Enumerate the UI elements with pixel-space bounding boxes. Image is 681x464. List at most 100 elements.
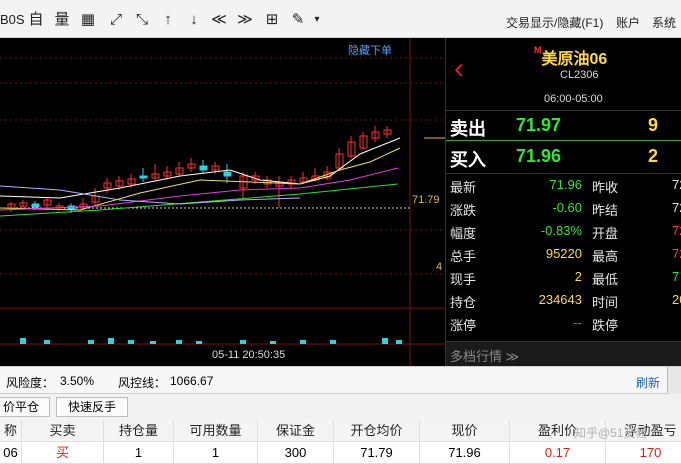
account-menu[interactable]: 账户 <box>616 14 640 31</box>
dropdown-icon[interactable]: ▾ <box>310 10 324 30</box>
table-header[interactable]: 持仓量 <box>104 420 174 442</box>
stat-label: 涨跌 <box>450 203 477 218</box>
refresh-button[interactable]: 刷新 <box>636 374 660 391</box>
ma-line-yellow <box>0 147 401 211</box>
trading-session: 06:00-05:00 <box>544 93 603 105</box>
kline-chart[interactable]: 隐藏下单 71.79 4 05-11 20:50:35 <box>0 38 445 366</box>
stat-value: 234643 <box>538 292 582 307</box>
shrink-icon[interactable]: ⤡ <box>132 10 152 30</box>
control-line-value: 1066.67 <box>170 374 214 388</box>
stat-label: 昨收 <box>592 180 619 195</box>
table-cell[interactable]: 买 <box>22 442 104 464</box>
stat-label: 开盘 <box>592 226 619 241</box>
double-left-icon[interactable]: ≪ <box>208 10 230 30</box>
ma-line-magenta <box>0 167 399 211</box>
table-header[interactable]: 称 <box>0 420 22 442</box>
stat-label: 现手 <box>450 272 477 287</box>
close-position-button[interactable]: 价平仓 <box>0 397 50 417</box>
stat-value: -0.60 <box>552 200 582 215</box>
volume-bar <box>196 341 202 344</box>
table-header[interactable]: 买卖 <box>22 420 104 442</box>
table-header[interactable]: 现价 <box>420 420 510 442</box>
volume-bar <box>108 338 114 344</box>
candle-body <box>223 171 232 177</box>
quote-row: 幅度 -0.83% 开盘 72 <box>446 223 681 246</box>
quote-row: 最新 71.96 昨收 72 <box>446 177 681 200</box>
ask-price[interactable]: 71.97 <box>516 115 561 136</box>
stat-value: 95220 <box>545 246 582 261</box>
auto-button[interactable]: 自 <box>26 10 46 30</box>
ma-line-blue <box>0 185 301 205</box>
stat-label: 幅度 <box>450 226 477 241</box>
kline-chart-canvas <box>0 38 445 366</box>
stat-value: -0.83% <box>540 223 582 238</box>
stat-value: 72 <box>672 246 681 261</box>
bid-qty: 2 <box>648 146 659 166</box>
trade-display-toggle[interactable]: 交易显示/隐藏(F1) <box>506 14 603 31</box>
candle-body <box>199 165 208 171</box>
ref-price-label: 71.79 <box>412 194 440 206</box>
stat-value: 71.96 <box>549 177 582 192</box>
double-right-icon[interactable]: ≫ <box>234 10 256 30</box>
arrow-down-icon[interactable]: ↓ <box>184 10 204 30</box>
stat-value: 72 <box>672 177 681 192</box>
depth-label: 多档行情 ≫ <box>450 349 520 364</box>
expand-icon[interactable]: ⤢ <box>106 10 126 30</box>
stat-value: 72 <box>672 200 681 215</box>
table-header[interactable]: 可用数量 <box>174 420 258 442</box>
table-cell[interactable]: 0.17 <box>510 442 606 464</box>
volume-bar <box>128 340 134 344</box>
stat-label: 昨结 <box>592 203 619 218</box>
table-cell[interactable]: 71.96 <box>420 442 510 464</box>
instrument-name: M美原油06 <box>534 45 607 69</box>
table-header[interactable]: 开仓均价 <box>334 420 420 442</box>
ask-label: 卖出 <box>450 119 486 139</box>
control-line-label: 风控线： <box>118 376 167 390</box>
divider <box>446 110 681 111</box>
table-cell[interactable]: 1 <box>104 442 174 464</box>
stat-label: 涨停 <box>450 318 477 333</box>
toolbar-left-fragment: B0S <box>0 12 25 27</box>
candle-body <box>31 203 40 208</box>
table-cell[interactable]: 170 <box>606 442 681 464</box>
arrow-up-icon[interactable]: ↑ <box>158 10 178 30</box>
grid-icon[interactable]: ⊞ <box>262 10 282 30</box>
system-menu[interactable]: 系统 <box>652 14 676 31</box>
risk-label: 风险度： <box>6 376 55 390</box>
stat-value: 72 <box>672 223 681 238</box>
instrument-name-text: 美原油06 <box>541 51 608 68</box>
table-cell[interactable]: 71.79 <box>334 442 420 464</box>
volume-bar <box>300 340 306 344</box>
volume-bar <box>382 338 388 344</box>
volume-bar <box>270 341 276 344</box>
table-header[interactable]: 保证金 <box>258 420 334 442</box>
divider <box>446 140 681 141</box>
volume-button[interactable]: 量 <box>52 10 72 30</box>
indicator-button[interactable]: ▦ <box>78 10 98 30</box>
stat-label: 跌停 <box>592 318 619 333</box>
table-cell[interactable]: 06 <box>0 442 22 464</box>
position-actions: 价平仓 快速反手 <box>0 394 681 420</box>
draw-icon[interactable]: ✎ <box>288 10 308 30</box>
back-arrow-icon[interactable]: ‹ <box>454 54 464 84</box>
bid-price[interactable]: 71.96 <box>516 146 561 167</box>
quick-reverse-button[interactable]: 快速反手 <box>56 397 128 417</box>
stat-value: -- <box>573 315 582 330</box>
scrollbar[interactable] <box>667 367 681 395</box>
table-cell[interactable]: 300 <box>258 442 334 464</box>
quote-row: 涨停 -- 跌停 <box>446 315 681 338</box>
volume-bar <box>20 338 26 344</box>
hide-order-link[interactable]: 隐藏下单 <box>348 42 392 58</box>
volume-bar <box>150 341 156 344</box>
volume-axis-label: 4 <box>436 261 443 273</box>
toolbar: B0S 自 量 ▦ ⤢ ⤡ ↑ ↓ ≪ ≫ ⊞ ✎ ▾ 交易显示/隐藏(F1) … <box>0 0 681 38</box>
depth-toggle[interactable]: 多档行情 ≫ <box>446 341 681 366</box>
positions-table: 称 买卖 持仓量 可用数量 保证金 开仓均价 现价 盈利价 浮动盈亏 06 买 … <box>0 420 681 464</box>
table-cell[interactable]: 1 <box>174 442 258 464</box>
candle-body <box>139 175 148 179</box>
volume-bar <box>44 340 50 344</box>
stat-value: 2 <box>574 269 582 284</box>
quote-row: 现手 2 最低 7 <box>446 269 681 292</box>
quote-panel: ‹ M美原油06 CL2306 06:00-05:00 卖出 71.97 9 买… <box>445 38 681 366</box>
stat-label: 最高 <box>592 249 619 264</box>
